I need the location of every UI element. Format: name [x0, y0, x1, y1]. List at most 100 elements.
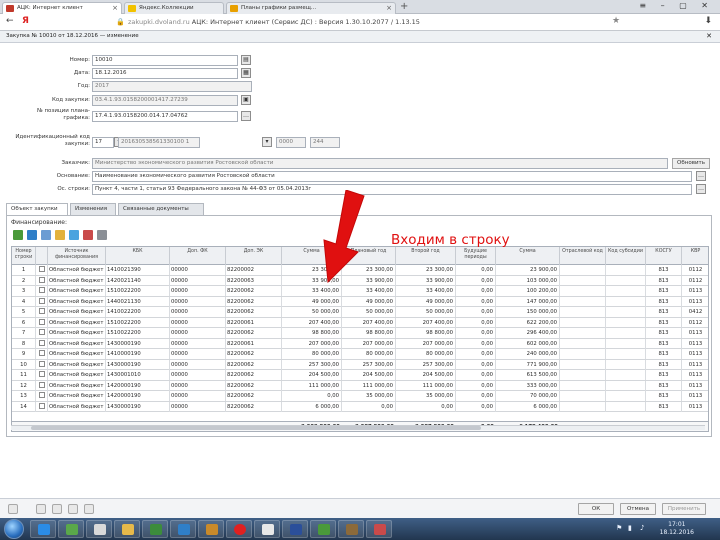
column-header[interactable]: Будущие периоды — [456, 247, 496, 265]
scrollbar-thumb[interactable] — [31, 426, 481, 430]
cancel-button[interactable]: Отмена — [620, 503, 656, 515]
taskbar-app[interactable] — [58, 520, 84, 538]
tab-changes[interactable]: Изменения — [70, 203, 116, 215]
row-checkbox[interactable] — [38, 297, 45, 304]
taskbar-app[interactable] — [86, 520, 112, 538]
url-field[interactable]: zakupki.dvoland.ru АЦК: Интернет клиент … — [128, 17, 588, 28]
refresh-icon[interactable] — [69, 230, 79, 240]
copy-icon[interactable]: ▣ — [241, 95, 251, 105]
folder-icon[interactable] — [55, 230, 65, 240]
grounds-lookup-icon[interactable]: … — [696, 184, 706, 194]
ikz-part-1[interactable]: 17 — [92, 137, 114, 148]
table-row[interactable]: 9 Областной бюджет 1410000190 00000 82200062… — [12, 349, 708, 360]
history-icon[interactable] — [36, 504, 46, 514]
tab-object[interactable]: Объект закупки — [6, 203, 68, 215]
table-row[interactable]: 14 Областной бюджет 1430000190 00000 8220006… — [12, 401, 708, 412]
column-header[interactable]: КБК — [106, 247, 170, 265]
ikz-dropdown-icon[interactable]: ▾ — [262, 137, 272, 147]
customer-update-button[interactable]: Обновить — [672, 158, 710, 169]
browser-tab[interactable]: Яндекс.Коллекции — [124, 2, 224, 14]
window-controls-icon[interactable]: ≡ – ▢ ✕ — [639, 1, 714, 10]
row-checkbox[interactable] — [38, 276, 45, 283]
settings-icon[interactable] — [97, 230, 107, 240]
row-checkbox[interactable] — [38, 371, 45, 377]
grounds-field[interactable]: Пункт 4, части 1, статьи 93 Федерального… — [92, 184, 692, 195]
table-row[interactable]: 3 Областной бюджет 1510022200 00000 82200062… — [12, 286, 708, 297]
table-row[interactable]: 5 Областной бюджет 1410022200 00000 82200062… — [12, 307, 708, 318]
taskbar-app[interactable] — [170, 520, 196, 538]
print-icon[interactable] — [52, 504, 62, 514]
network-icon[interactable]: ▮ — [628, 524, 632, 532]
number-field[interactable]: 10010 — [92, 55, 238, 66]
taskbar-app[interactable] — [310, 520, 336, 538]
column-header[interactable]: Отраслевой код — [560, 247, 606, 265]
table-row[interactable]: 10 Областной бюджет 1430000190 00000 8220006… — [12, 359, 708, 370]
back-arrow-icon[interactable]: ← — [6, 16, 14, 26]
volume-icon[interactable]: ♪ — [640, 524, 644, 532]
column-header[interactable]: КВР — [682, 247, 708, 265]
column-header[interactable]: Второй год — [396, 247, 456, 265]
download-icon[interactable]: ⬇ — [704, 16, 712, 26]
close-tab-icon[interactable]: × — [112, 3, 118, 14]
taskbar-yandex[interactable] — [226, 520, 252, 538]
column-header[interactable]: Номер строки — [12, 247, 36, 265]
column-header[interactable]: Код субсидии — [606, 247, 646, 265]
edit-icon[interactable] — [13, 230, 23, 240]
delete-icon[interactable] — [83, 230, 93, 240]
table-row[interactable]: 6 Областной бюджет 1510022200 00000 82200061… — [12, 317, 708, 328]
reason-lookup-icon[interactable]: … — [696, 171, 706, 181]
tab-related-docs[interactable]: Связанные документы — [118, 203, 204, 215]
taskbar-app[interactable] — [366, 520, 392, 538]
yandex-logo-icon[interactable]: Я — [22, 16, 29, 26]
close-icon[interactable]: ✕ — [706, 31, 712, 42]
table-row[interactable]: 11 Областной бюджет 1430001010 00000 8220006… — [12, 370, 708, 381]
row-checkbox[interactable] — [38, 402, 45, 409]
row-checkbox[interactable] — [38, 360, 45, 367]
reason-field[interactable]: Наименование экономического развития Рос… — [92, 171, 692, 182]
row-checkbox[interactable] — [38, 266, 45, 272]
row-checkbox[interactable] — [38, 287, 45, 293]
taskbar-ie[interactable] — [30, 520, 56, 538]
table-row[interactable]: 7 Областной бюджет 1510022200 00000 82200062… — [12, 328, 708, 339]
close-tab-icon[interactable]: × — [386, 3, 392, 14]
row-checkbox[interactable] — [38, 339, 45, 346]
row-checkbox[interactable] — [38, 318, 45, 325]
new-tab-icon[interactable]: + — [400, 1, 408, 12]
row-checkbox[interactable] — [38, 392, 45, 398]
taskbar-app[interactable] — [254, 520, 280, 538]
browser-tab[interactable]: Планы графики размещ... × — [226, 2, 396, 14]
apply-button[interactable]: Применить — [662, 503, 706, 515]
taskbar-app[interactable] — [198, 520, 224, 538]
row-checkbox[interactable] — [38, 308, 45, 314]
column-header[interactable]: Доп. ЭК — [226, 247, 282, 265]
doc-icon[interactable]: ▤ — [241, 55, 251, 65]
clock[interactable]: 17:01 18.12.2016 — [660, 521, 694, 537]
row-checkbox[interactable] — [38, 381, 45, 388]
copy-icon[interactable] — [41, 230, 51, 240]
link-icon[interactable] — [84, 504, 94, 514]
date-field[interactable]: 18.12.2016 — [92, 68, 238, 79]
dropdown-icon[interactable] — [8, 504, 18, 514]
column-header[interactable] — [36, 247, 48, 265]
table-row[interactable]: 12 Областной бюджет 1420000190 00000 8220006… — [12, 380, 708, 391]
flag-icon[interactable]: ⚑ — [616, 524, 622, 532]
table-row[interactable]: 4 Областной бюджет 1440021130 00000 82200062… — [12, 296, 708, 307]
taskbar-app[interactable] — [142, 520, 168, 538]
plan-position-field[interactable]: 17.4.1.93.0158200.014.17.04762 — [92, 111, 238, 122]
add-icon[interactable] — [27, 230, 37, 240]
column-header[interactable]: КОСГУ — [646, 247, 682, 265]
bookmark-star-icon[interactable]: ★ — [612, 16, 620, 26]
lookup-icon[interactable]: … — [241, 111, 251, 121]
taskbar-app[interactable] — [282, 520, 308, 538]
horizontal-scrollbar[interactable] — [11, 425, 705, 430]
table-row[interactable]: 8 Областной бюджет 1430000190 00000 82200061… — [12, 338, 708, 349]
attach-icon[interactable] — [68, 504, 78, 514]
column-header[interactable]: Источник финансирования — [48, 247, 106, 265]
taskbar-app[interactable] — [338, 520, 364, 538]
row-checkbox[interactable] — [38, 350, 45, 356]
ok-button[interactable]: ОК — [578, 503, 614, 515]
column-header[interactable]: Сумма — [496, 247, 560, 265]
row-checkbox[interactable] — [38, 329, 45, 335]
calendar-icon[interactable]: ▦ — [241, 68, 251, 78]
taskbar-explorer[interactable] — [114, 520, 140, 538]
